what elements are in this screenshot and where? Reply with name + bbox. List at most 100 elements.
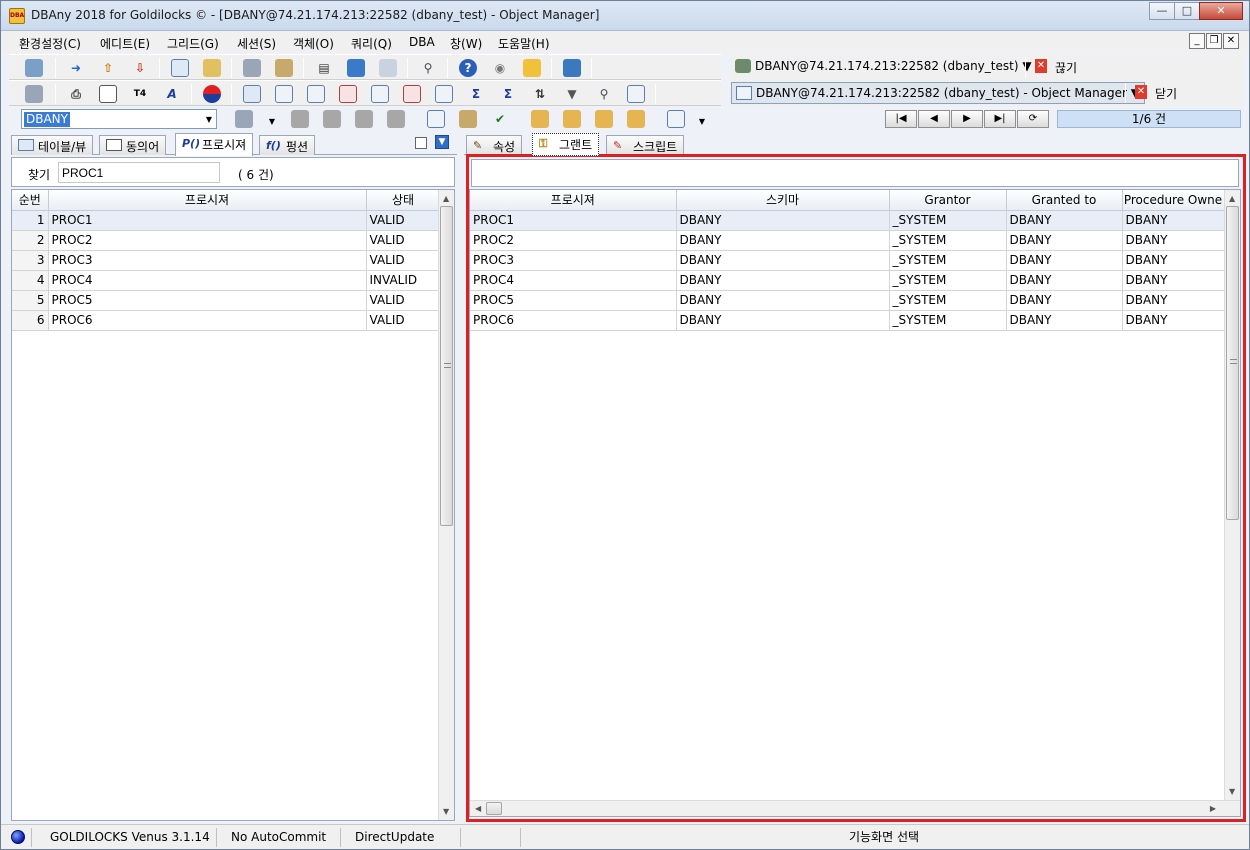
tools-icon[interactable] bbox=[25, 85, 43, 103]
menu-dba[interactable]: DBA bbox=[409, 35, 435, 49]
cell-granted-to[interactable]: DBANY bbox=[1006, 310, 1123, 331]
scroll-down-icon[interactable]: ▼ bbox=[1229, 787, 1235, 796]
text-format-icon[interactable]: T4 bbox=[131, 85, 149, 103]
cell-procedure-owner[interactable]: DBANY bbox=[1122, 270, 1225, 291]
search-icon[interactable]: ⚲ bbox=[595, 85, 613, 103]
cell-procedure-name[interactable]: PROC3 bbox=[48, 250, 367, 271]
menu-grid[interactable]: 그리드(G) bbox=[167, 35, 219, 52]
next-record-button[interactable]: ▶ bbox=[951, 110, 983, 128]
cell-grantor[interactable]: _SYSTEM bbox=[889, 270, 1007, 291]
table-row[interactable]: 3 PROC3 VALID bbox=[12, 250, 441, 271]
scroll-down-icon[interactable]: ▼ bbox=[443, 807, 449, 816]
schema-select[interactable]: DBANY ▼ bbox=[21, 109, 217, 129]
constraint-icon[interactable] bbox=[339, 85, 357, 103]
cell-procedure[interactable]: PROC4 bbox=[470, 270, 677, 291]
cell-granted-to[interactable]: DBANY bbox=[1006, 210, 1123, 231]
compare-icon[interactable] bbox=[627, 85, 645, 103]
check-icon[interactable]: ✔ bbox=[491, 110, 509, 128]
cell-schema[interactable]: DBANY bbox=[676, 230, 890, 251]
disconnect-button[interactable]: ✕ 끊기 bbox=[1031, 56, 1081, 78]
mdi-minimize-button[interactable]: _ bbox=[1189, 33, 1205, 49]
table-row[interactable]: PROC6 DBANY _SYSTEM DBANY DBANY bbox=[470, 310, 1225, 331]
cell-procedure-owner[interactable]: DBANY bbox=[1122, 210, 1225, 231]
cell-row-number[interactable]: 5 bbox=[12, 290, 49, 311]
lock-icon[interactable] bbox=[275, 59, 293, 77]
cell-procedure-name[interactable]: PROC2 bbox=[48, 230, 367, 251]
sum-icon[interactable]: Σ bbox=[467, 85, 485, 103]
cell-row-number[interactable]: 2 bbox=[12, 230, 49, 251]
paste-icon[interactable] bbox=[459, 110, 477, 128]
mdi-restore-button[interactable]: ❐ bbox=[1206, 33, 1222, 49]
cell-row-number[interactable]: 3 bbox=[12, 250, 49, 271]
window-selector[interactable]: DBANY@74.21.174.213:22582 (dbany_test) -… bbox=[731, 82, 1146, 104]
list-icon[interactable] bbox=[171, 59, 189, 77]
help-icon[interactable]: ? bbox=[459, 59, 477, 77]
copy-icon[interactable] bbox=[427, 110, 445, 128]
cell-procedure[interactable]: PROC1 bbox=[470, 210, 677, 231]
session-icon[interactable] bbox=[243, 59, 261, 77]
print-icon[interactable]: ⎙ bbox=[67, 85, 85, 103]
table-row[interactable]: PROC2 DBANY _SYSTEM DBANY DBANY bbox=[470, 230, 1225, 251]
column-header-status[interactable]: 상태 bbox=[366, 190, 441, 211]
view-icon[interactable] bbox=[275, 85, 293, 103]
cell-procedure-name[interactable]: PROC6 bbox=[48, 310, 367, 331]
table-icon[interactable] bbox=[243, 85, 261, 103]
cell-granted-to[interactable]: DBANY bbox=[1006, 270, 1123, 291]
cell-granted-to[interactable]: DBANY bbox=[1006, 230, 1123, 251]
object-options-dropdown-icon[interactable]: ▼ bbox=[263, 112, 281, 130]
cell-grantor[interactable]: _SYSTEM bbox=[889, 210, 1007, 231]
scroll-right-icon[interactable]: ▶ bbox=[1210, 804, 1216, 813]
sql-file-icon[interactable] bbox=[203, 59, 221, 77]
upload-icon[interactable]: ⇧ bbox=[99, 59, 117, 77]
cell-procedure[interactable]: PROC3 bbox=[470, 250, 677, 271]
cell-status[interactable]: VALID bbox=[366, 210, 441, 231]
cell-procedure-owner[interactable]: DBANY bbox=[1122, 310, 1225, 331]
panel-checkbox[interactable] bbox=[415, 137, 427, 149]
trigger-icon[interactable] bbox=[403, 85, 421, 103]
report-icon[interactable] bbox=[379, 59, 397, 77]
table-row[interactable]: PROC4 DBANY _SYSTEM DBANY DBANY bbox=[470, 270, 1225, 291]
filter-icon[interactable]: ▼ bbox=[563, 85, 581, 103]
grid-action1-icon[interactable] bbox=[291, 110, 309, 128]
menu-session[interactable]: 세션(S) bbox=[237, 35, 276, 52]
connection-selector[interactable]: DBANY@74.21.174.213:22582 (dbany_test) ▼ bbox=[731, 56, 1036, 78]
cell-procedure[interactable]: PROC2 bbox=[470, 230, 677, 251]
cell-grantor[interactable]: _SYSTEM bbox=[889, 230, 1007, 251]
cell-procedure-name[interactable]: PROC1 bbox=[48, 210, 367, 231]
sequence-icon[interactable] bbox=[371, 85, 389, 103]
cell-schema[interactable]: DBANY bbox=[676, 250, 890, 271]
column-header-procedure[interactable]: 프로시져 bbox=[48, 190, 367, 211]
cell-status[interactable]: VALID bbox=[366, 310, 441, 331]
procedure-grid-scrollbar[interactable]: ▲ ▼ bbox=[438, 190, 454, 820]
tab-properties[interactable]: ✎ 속성 bbox=[466, 135, 523, 155]
menu-edit[interactable]: 에디트(E) bbox=[100, 35, 150, 52]
column-header-schema[interactable]: 스키마 bbox=[676, 190, 890, 211]
column-header-procedure[interactable]: 프로시져 bbox=[470, 190, 677, 211]
close-window-button[interactable]: ✕ bbox=[1199, 2, 1243, 20]
tab-grants[interactable]: ⚿ 그랜트 bbox=[532, 133, 600, 156]
column-header-grantor[interactable]: Grantor bbox=[889, 190, 1007, 211]
cell-procedure-owner[interactable]: DBANY bbox=[1122, 230, 1225, 251]
menu-window[interactable]: 창(W) bbox=[450, 35, 482, 52]
scroll-thumb[interactable] bbox=[440, 206, 453, 526]
cell-granted-to[interactable]: DBANY bbox=[1006, 290, 1123, 311]
tab-procedures[interactable]: P() 프로시져 bbox=[175, 133, 254, 156]
exit-icon[interactable] bbox=[563, 59, 581, 77]
cell-schema[interactable]: DBANY bbox=[676, 310, 890, 331]
chart-icon[interactable]: ▤ bbox=[315, 59, 333, 77]
tab-script[interactable]: ✎ 스크립트 bbox=[606, 135, 685, 155]
download-icon[interactable]: ⇩ bbox=[131, 59, 149, 77]
column-header-procedure-owner[interactable]: Procedure Owne bbox=[1122, 190, 1225, 211]
arrow-right-icon[interactable]: ➜ bbox=[67, 59, 85, 77]
cell-status[interactable]: VALID bbox=[366, 230, 441, 251]
maximize-button[interactable]: □ bbox=[1174, 2, 1200, 20]
menu-settings[interactable]: 환경설정(C) bbox=[19, 35, 81, 52]
column-header-granted-to[interactable]: Granted to bbox=[1006, 190, 1123, 211]
cell-row-number[interactable]: 1 bbox=[12, 210, 49, 231]
sigma-icon[interactable]: Σ bbox=[499, 85, 517, 103]
font-icon[interactable]: A bbox=[163, 85, 181, 103]
table-row[interactable]: PROC1 DBANY _SYSTEM DBANY DBANY bbox=[470, 210, 1225, 231]
export4-icon[interactable] bbox=[627, 110, 645, 128]
first-record-button[interactable]: |◀ bbox=[885, 110, 917, 128]
menu-help[interactable]: 도움말(H) bbox=[498, 35, 550, 52]
